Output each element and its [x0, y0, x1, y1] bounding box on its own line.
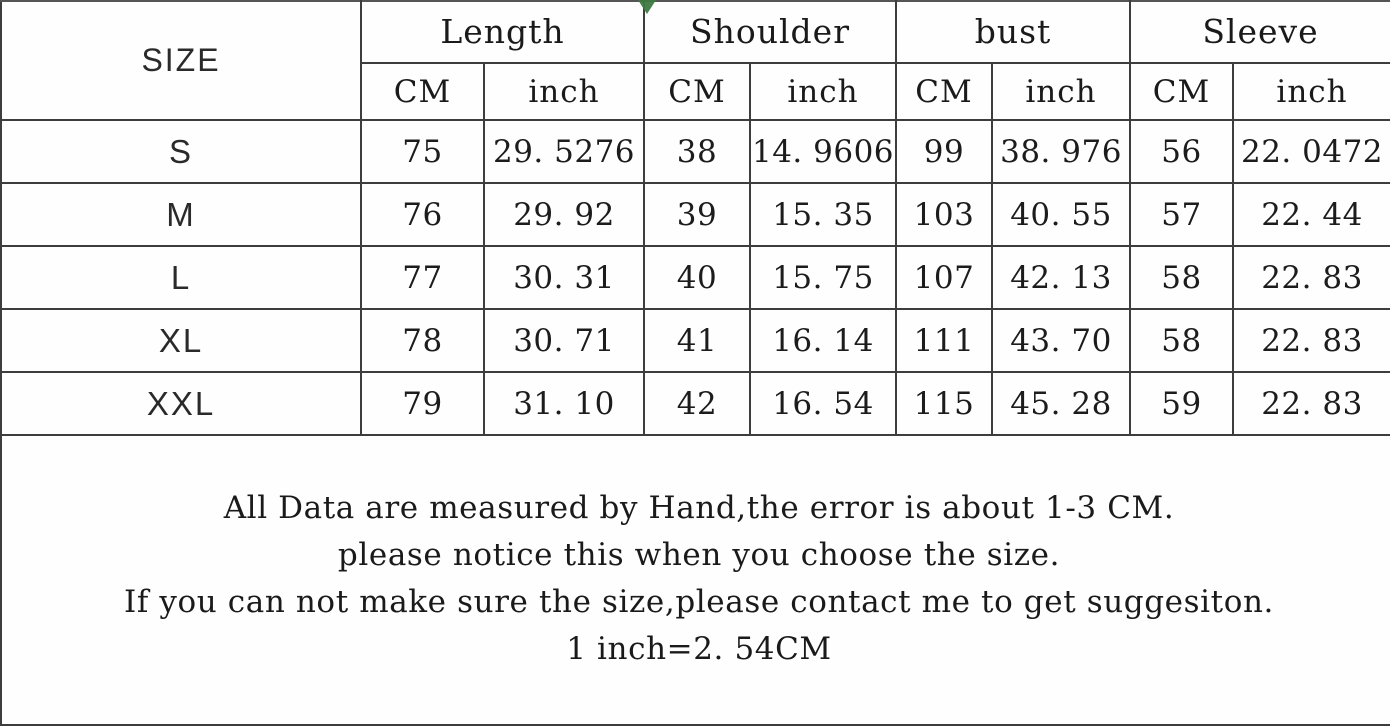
cell-length-inch: 29. 92: [483, 182, 645, 248]
header-bust-inch: inch: [990, 61, 1132, 122]
table-row: XL 78 30. 71 41 16. 14 111 43. 70 58 22.…: [0, 308, 1390, 374]
cell-shoulder-inch: 16. 14: [749, 308, 897, 374]
table-row: XXL 79 31. 10 42 16. 54 115 45. 28 59 22…: [0, 371, 1390, 437]
cell-sleeve-cm: 58: [1129, 308, 1235, 374]
table-row: L 77 30. 31 40 15. 75 107 42. 13 58 22. …: [0, 245, 1390, 311]
cell-sleeve-cm: 58: [1129, 245, 1235, 311]
cell-shoulder-cm: 42: [643, 371, 751, 437]
cell-sleeve-inch: 22. 83: [1232, 371, 1390, 437]
header-group-shoulder: Shoulder: [643, 0, 897, 64]
table-row: M 76 29. 92 39 15. 35 103 40. 55 57 22. …: [0, 182, 1390, 248]
cell-shoulder-inch: 15. 35: [749, 182, 897, 248]
cell-bust-inch: 38. 976: [990, 119, 1132, 185]
cell-length-inch: 30. 31: [483, 245, 645, 311]
cell-shoulder-cm: 39: [643, 182, 751, 248]
cell-sleeve-inch: 22. 83: [1232, 245, 1390, 311]
header-group-length: Length: [360, 0, 645, 64]
cell-size: XL: [0, 308, 362, 374]
cell-sleeve-cm: 57: [1129, 182, 1235, 248]
table-notes-row: All Data are measured by Hand,the error …: [0, 434, 1390, 726]
cell-sleeve-inch: 22. 83: [1232, 308, 1390, 374]
note-line-contact: If you can not make sure the size,please…: [124, 584, 1274, 621]
table-row: S 75 29. 5276 38 14. 9606 99 38. 976 56 …: [0, 119, 1390, 185]
measurement-notes-cell: All Data are measured by Hand,the error …: [0, 434, 1390, 726]
cell-bust-cm: 111: [895, 308, 993, 374]
cell-size: M: [0, 182, 362, 248]
cell-bust-cm: 115: [895, 371, 993, 437]
cell-bust-cm: 99: [895, 119, 993, 185]
header-length-inch: inch: [483, 61, 645, 122]
header-shoulder-inch: inch: [749, 61, 897, 122]
note-line-choose-size: please notice this when you choose the s…: [337, 537, 1061, 574]
cell-length-cm: 79: [360, 371, 485, 437]
cell-length-inch: 29. 5276: [483, 119, 645, 185]
cell-sleeve-inch: 22. 44: [1232, 182, 1390, 248]
cell-shoulder-inch: 15. 75: [749, 245, 897, 311]
header-shoulder-cm: CM: [643, 61, 751, 122]
cell-bust-cm: 103: [895, 182, 993, 248]
header-sleeve-inch: inch: [1232, 61, 1390, 122]
cell-size: L: [0, 245, 362, 311]
header-bust-cm: CM: [895, 61, 993, 122]
cell-bust-inch: 40. 55: [990, 182, 1132, 248]
header-group-bust: bust: [894, 0, 1132, 64]
cell-shoulder-cm: 38: [643, 119, 751, 185]
cell-sleeve-inch: 22. 0472: [1232, 119, 1390, 185]
cell-bust-inch: 42. 13: [990, 245, 1132, 311]
cell-shoulder-cm: 40: [643, 245, 751, 311]
cell-length-cm: 78: [360, 308, 485, 374]
note-line-conversion: 1 inch=2. 54CM: [566, 631, 832, 668]
cell-shoulder-inch: 16. 54: [749, 371, 897, 437]
cell-length-cm: 77: [360, 245, 485, 311]
cell-size: S: [0, 119, 362, 185]
cell-bust-inch: 43. 70: [990, 308, 1132, 374]
table-header-groups: SIZE Length Shoulder bust Sleeve: [0, 0, 1390, 122]
note-line-error-margin: All Data are measured by Hand,the error …: [223, 490, 1175, 527]
measurement-notes: All Data are measured by Hand,the error …: [3, 485, 1389, 675]
cell-sleeve-cm: 56: [1129, 119, 1235, 185]
cell-shoulder-cm: 41: [643, 308, 751, 374]
cell-size: XXL: [0, 371, 362, 437]
size-chart-sheet: SIZE Length Shoulder bust Sleeve CM inch…: [0, 0, 1390, 726]
size-chart-table: SIZE Length Shoulder bust Sleeve CM inch…: [0, 0, 1390, 726]
header-group-sleeve: Sleeve: [1129, 0, 1390, 64]
cell-bust-cm: 107: [895, 245, 993, 311]
cell-bust-inch: 45. 28: [990, 371, 1132, 437]
cell-length-inch: 31. 10: [483, 371, 645, 437]
cell-shoulder-inch: 14. 9606: [749, 119, 897, 185]
header-length-cm: CM: [360, 61, 485, 122]
cell-sleeve-cm: 59: [1129, 371, 1235, 437]
cell-length-inch: 30. 71: [483, 308, 645, 374]
header-sleeve-cm: CM: [1129, 61, 1235, 122]
cell-length-cm: 76: [360, 182, 485, 248]
cell-length-cm: 75: [360, 119, 485, 185]
header-size-column: SIZE: [0, 0, 362, 122]
